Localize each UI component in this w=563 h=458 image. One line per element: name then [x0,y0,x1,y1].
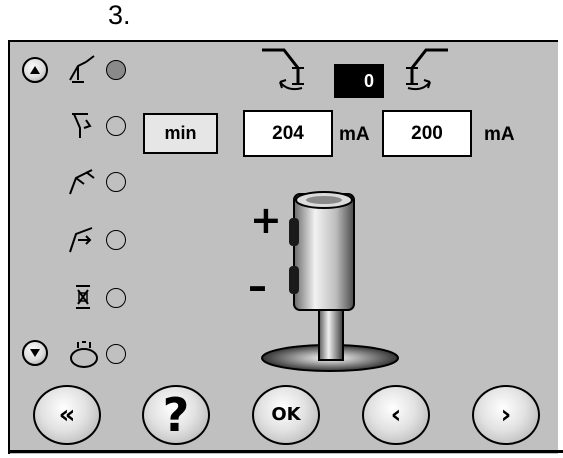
joystick-illustration[interactable] [245,190,415,375]
mode-indicator-5 [106,288,126,308]
step-number: 3. [108,0,131,30]
mode-indicator-1 [106,60,126,80]
chevron-left-icon: ‹ [390,400,402,430]
help-icon: ? [162,388,190,442]
scroll-down-button[interactable] [22,340,48,366]
double-chevron-left-icon: « [58,400,76,430]
ok-icon: OK [271,404,301,425]
bottom-border [8,450,563,453]
back-double-button[interactable]: « [33,385,101,445]
counter-display: 0 [334,64,384,98]
hydraulic-coupler-icon[interactable] [64,336,104,370]
mode-indicator-2 [106,116,126,136]
valve-icon[interactable] [64,280,104,314]
next-button[interactable]: › [472,385,540,445]
help-button[interactable]: ? [142,385,210,445]
triangle-up-icon [30,66,40,74]
scroll-up-button[interactable] [22,57,48,83]
hitch-position-icon[interactable] [64,164,104,198]
right-current-value[interactable]: 200 [382,110,472,157]
mode-indicator-6 [106,344,126,364]
mode-indicator-3 [106,172,126,192]
triangle-down-icon [30,349,40,357]
hitch-lower-left-icon [262,48,304,91]
hitch-lift-icon[interactable] [64,52,104,86]
hitch-lower-icon[interactable] [64,108,104,142]
left-unit-label: mA [339,124,370,145]
left-current-value[interactable]: 204 [243,110,333,157]
ok-button[interactable]: OK [252,385,320,445]
min-button[interactable]: min [143,113,218,154]
hitch-float-icon[interactable] [64,222,104,256]
previous-button[interactable]: ‹ [362,385,430,445]
hitch-raise-right-icon [406,48,448,91]
right-unit-label: mA [484,124,515,145]
mode-indicator-4 [106,230,126,250]
chevron-right-icon: › [500,400,512,430]
